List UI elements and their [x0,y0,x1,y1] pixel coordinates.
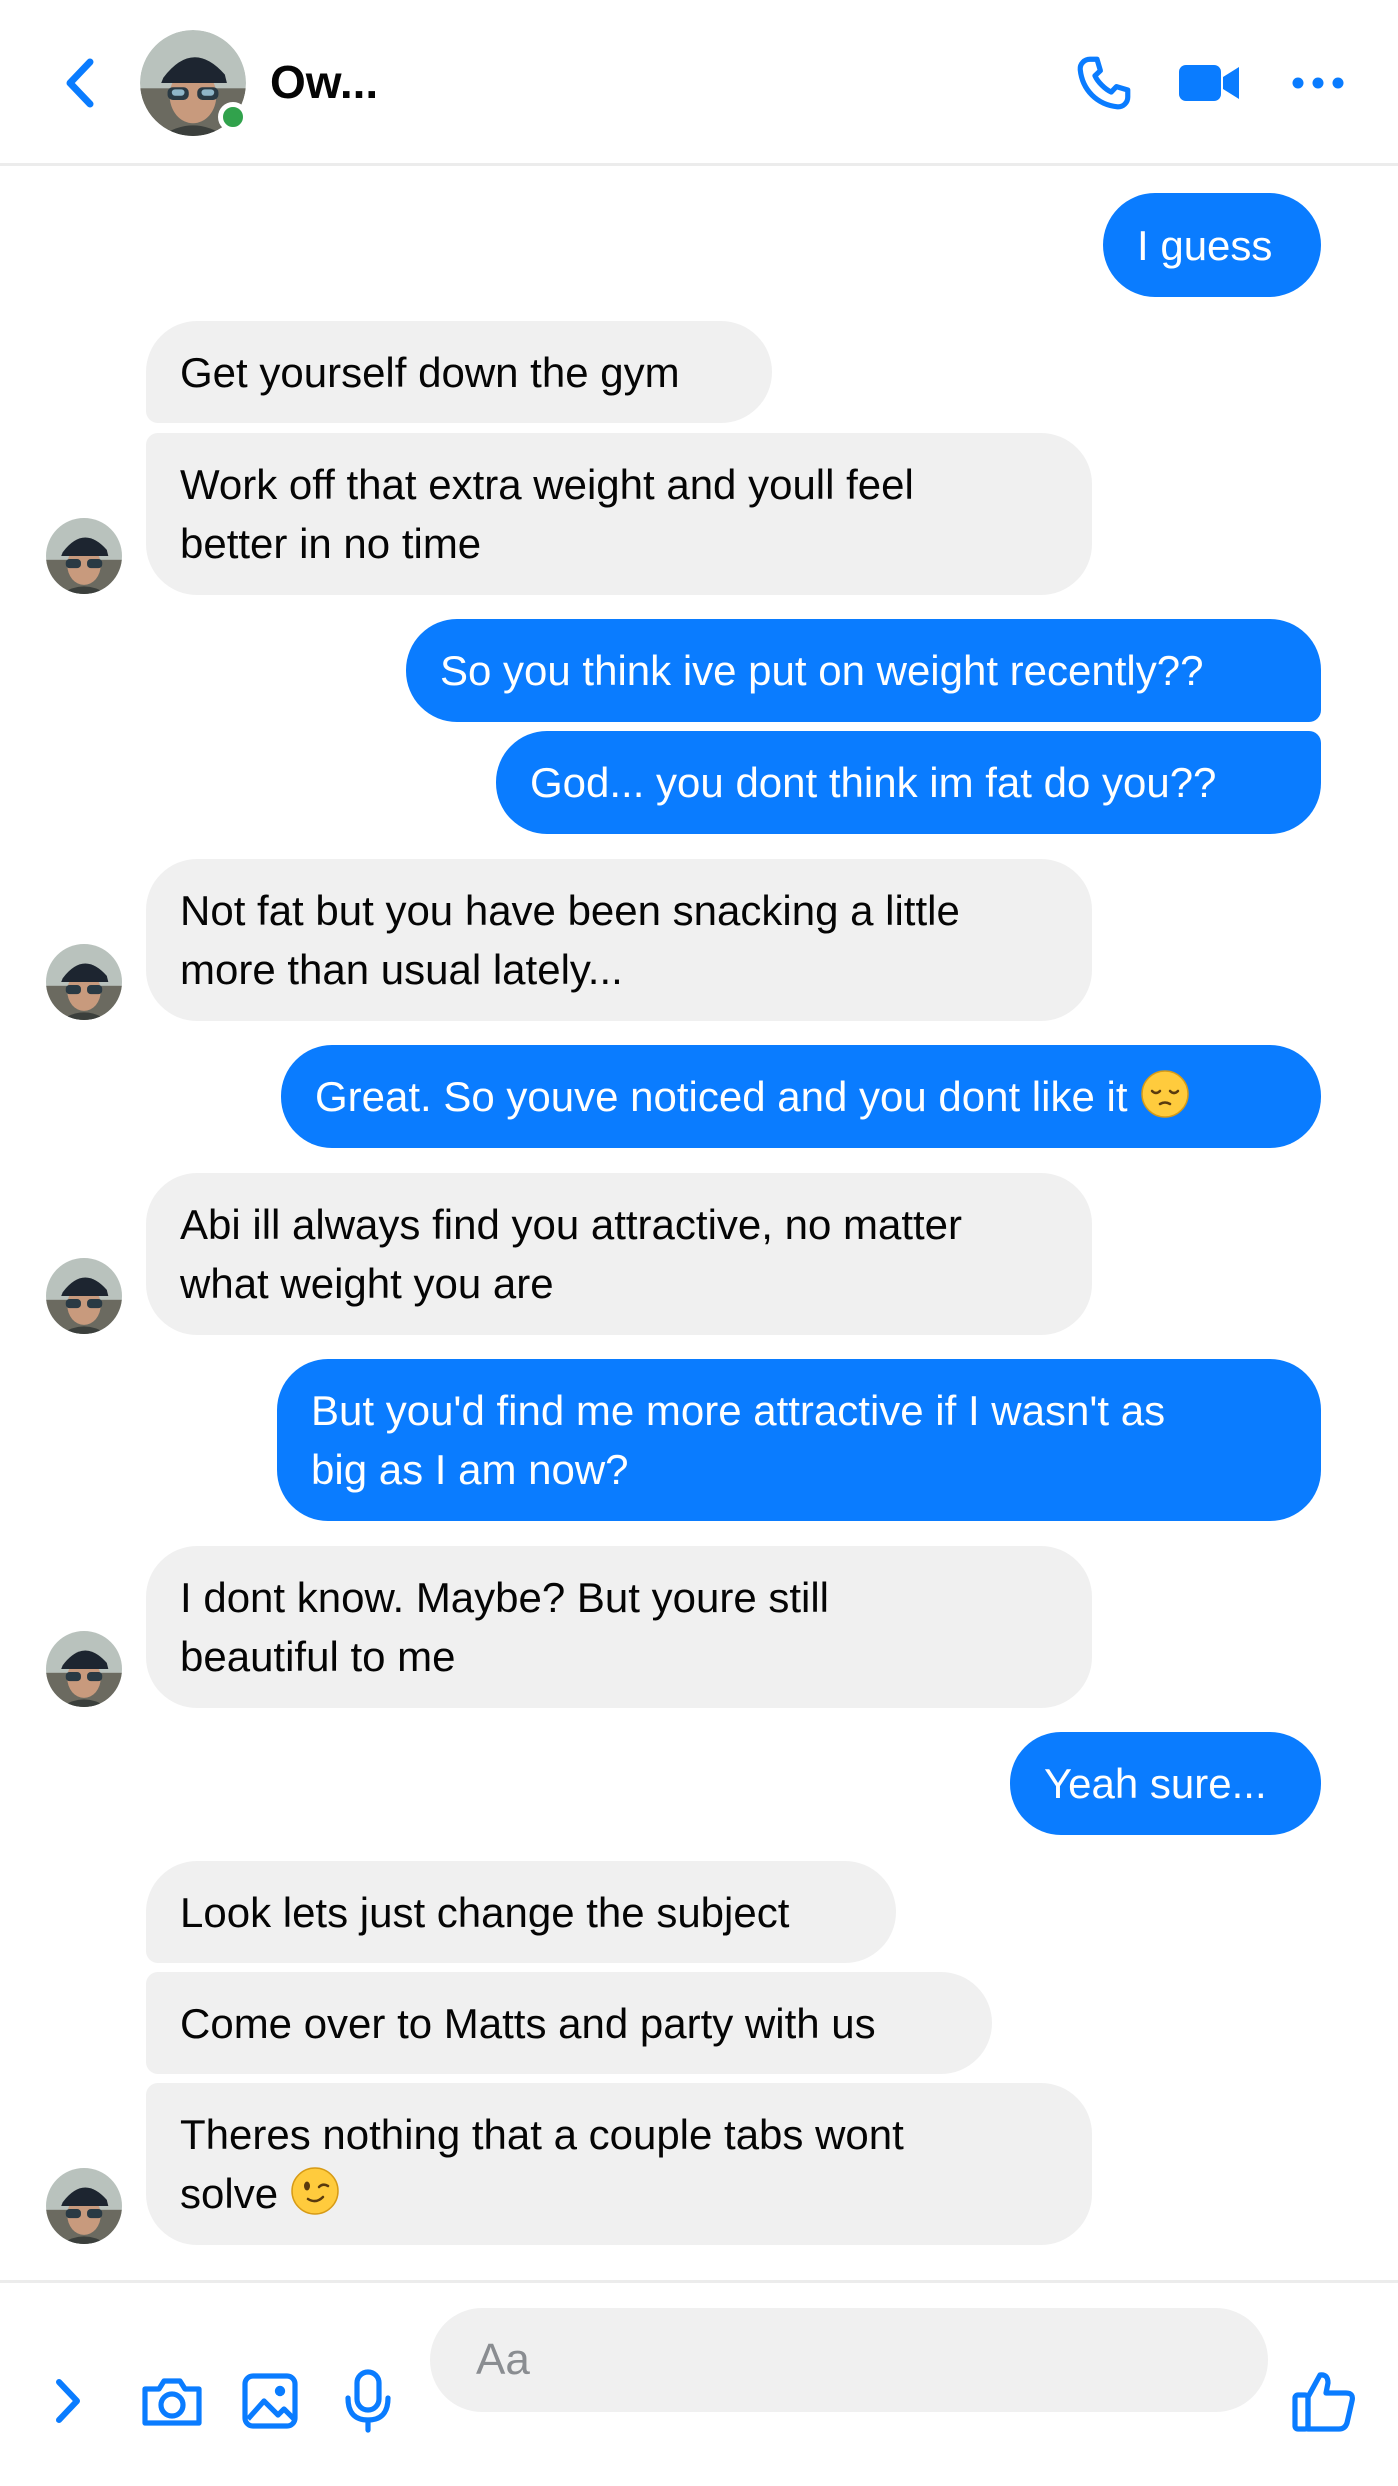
online-status-dot [218,102,248,132]
message-bubble-outgoing[interactable]: But you'd find me more attractive if I w… [277,1359,1321,1521]
chevron-right-icon [56,2379,80,2423]
message-bubble-outgoing[interactable]: So you think ive put on weight recently?… [406,619,1321,722]
message-bubble-outgoing[interactable]: Great. So youve noticed and you dont lik… [281,1045,1321,1148]
camera-button[interactable] [134,2363,210,2439]
message-bubble-incoming[interactable]: Abi ill always find you attractive, no m… [146,1173,1092,1335]
message-text: Get yourself down the gym [180,348,680,396]
message-text: Yeah sure... [1044,1760,1267,1807]
camera-icon [142,2378,202,2426]
message-text-line: what weight you are [180,1260,554,1307]
voice-message-button[interactable] [330,2363,406,2439]
message-input[interactable] [430,2308,1268,2412]
message-text-line: big as I am now? [311,1446,629,1493]
message-text-line: solve [180,2170,279,2217]
message-bubble-outgoing[interactable]: Yeah sure... [1010,1732,1321,1835]
more-options-button[interactable] [1280,45,1356,121]
audio-call-button[interactable] [1066,45,1142,121]
thumbs-up-icon [1292,2372,1355,2432]
message-bubble-incoming[interactable]: Not fat but you have been snacking a lit… [146,859,1092,1021]
contact-avatar[interactable] [140,30,248,136]
more-horizontal-icon [1292,77,1344,89]
contact-name[interactable]: Ow... [270,52,378,112]
message-bubble-incoming[interactable]: Work off that extra weight and youll fee… [146,433,1092,595]
expand-actions-button[interactable] [30,2363,106,2439]
message-text-line: Theres nothing that a couple tabs wont [180,2111,904,2158]
message-text: Great. So youve noticed and you dont lik… [315,1073,1128,1120]
gallery-button[interactable] [232,2363,308,2439]
contact-avatar-small[interactable] [46,1631,122,1707]
pensive-face-emoji [1140,1069,1189,1118]
conversation-header: Ow... [0,0,1398,166]
contact-avatar-small[interactable] [46,944,122,1020]
message-text: So you think ive put on weight recently?… [440,647,1204,694]
message-bubble-outgoing[interactable]: God... you dont think im fat do you?? [496,731,1321,834]
message-bubble-incoming[interactable]: Theres nothing that a couple tabs wont s… [146,2083,1092,2245]
like-button[interactable] [1286,2363,1362,2439]
message-bubble-outgoing[interactable]: I guess [1103,193,1321,297]
message-text-line: better in no time [180,520,482,567]
message-bubble-incoming[interactable]: I dont know. Maybe? But youre still beau… [146,1546,1092,1708]
message-text-line: Abi ill always find you attractive, no m… [180,1201,963,1248]
contact-avatar-small[interactable] [46,518,122,594]
message-text-line-row: solve [180,2164,340,2223]
chevron-left-icon [66,58,94,108]
message-text-line: But you'd find me more attractive if I w… [311,1387,1166,1434]
message-text: Look lets just change the subject [180,1888,790,1936]
message-text-line: more than usual lately... [180,946,623,993]
contact-avatar-small[interactable] [46,2168,122,2244]
microphone-icon [345,2369,391,2433]
message-text-line: I dont know. Maybe? But youre still [180,1574,830,1621]
winking-face-emoji [291,2166,339,2215]
message-text-line: beautiful to me [180,1633,456,1680]
message-text-line: Not fat but you have been snacking a lit… [180,887,960,934]
video-camera-icon [1179,65,1239,101]
message-text: God... you dont think im fat do you?? [530,759,1217,806]
message-text: Come over to Matts and party with us [180,1999,876,2047]
message-text-line: Work off that extra weight and youll fee… [180,461,914,508]
video-call-button[interactable] [1172,45,1248,121]
back-button[interactable] [50,50,110,116]
message-text: I guess [1137,221,1273,269]
message-bubble-incoming[interactable]: Come over to Matts and party with us [146,1972,992,2074]
message-bubble-incoming[interactable]: Look lets just change the subject [146,1861,896,1963]
contact-avatar-small[interactable] [46,1258,122,1334]
message-bubble-incoming[interactable]: Get yourself down the gym [146,321,772,423]
image-icon [242,2373,298,2429]
phone-icon [1077,56,1131,110]
